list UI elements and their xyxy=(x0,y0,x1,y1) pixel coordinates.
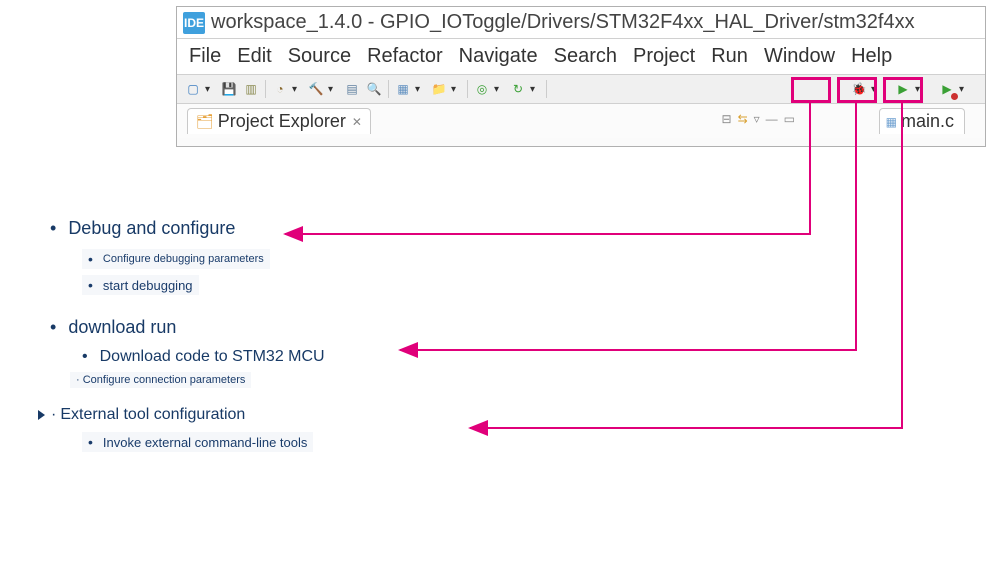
link-icon[interactable]: ⇆ xyxy=(738,112,748,126)
binary-icon[interactable]: ▤ xyxy=(342,79,362,99)
menu-refactor[interactable]: Refactor xyxy=(367,45,443,68)
dropdown-icon[interactable]: ▾ xyxy=(871,84,883,95)
annotation-download-sub1: Download code to STM32 MCU xyxy=(82,348,450,366)
debug-bug-icon[interactable]: 🐞 xyxy=(849,79,869,99)
refresh-icon[interactable]: ↻ xyxy=(508,79,528,99)
menu-file[interactable]: File xyxy=(189,45,221,68)
menu-run[interactable]: Run xyxy=(711,45,748,68)
callout-highlight-debug xyxy=(791,77,831,103)
editor-tab-main[interactable]: ▦ main.c xyxy=(879,108,965,134)
annotation-external-title: · External tool configuration xyxy=(38,406,450,424)
save-all-icon[interactable]: ▥ xyxy=(241,79,261,99)
dropdown-icon[interactable]: ▾ xyxy=(205,84,217,95)
dropdown-icon[interactable]: ▾ xyxy=(915,84,927,95)
separator xyxy=(546,80,547,98)
separator xyxy=(467,80,468,98)
dropdown-icon[interactable]: ▾ xyxy=(530,84,542,95)
collapse-icon[interactable]: ⊟ xyxy=(722,112,732,126)
triangle-bullet-icon xyxy=(38,410,45,420)
annotation-download-sub2: Configure connection parameters xyxy=(70,372,251,388)
c-file-icon: ▦ xyxy=(886,115,897,129)
project-explorer-label: Project Explorer xyxy=(218,111,346,132)
ide-logo-icon: IDE xyxy=(183,12,205,34)
new-icon[interactable]: ▢ xyxy=(183,79,203,99)
annotation-debug-item-1: Configure debugging parameters xyxy=(82,249,270,269)
editor-tab-label: main.c xyxy=(901,111,954,132)
menu-source[interactable]: Source xyxy=(288,45,351,68)
menu-search[interactable]: Search xyxy=(554,45,617,68)
window-title: workspace_1.4.0 - GPIO_IOToggle/Drivers/… xyxy=(211,11,915,34)
dropdown-icon[interactable]: ▾ xyxy=(451,84,463,95)
view-mini-icons: ⊟ ⇆ ▿ — ▭ xyxy=(722,112,796,126)
build-hammer-icon[interactable]: 🔨 xyxy=(306,79,326,99)
separator xyxy=(388,80,389,98)
run-play-icon[interactable]: ▶ xyxy=(893,79,913,99)
annotation-debug-item-2: start debugging xyxy=(82,275,199,295)
external-tools-icon[interactable]: ▶ xyxy=(937,79,957,99)
menu-help[interactable]: Help xyxy=(851,45,892,68)
menu-project[interactable]: Project xyxy=(633,45,695,68)
folder-tree-icon: 🗂 xyxy=(196,113,214,130)
annotation-list: Debug and configure Configure debugging … xyxy=(30,210,450,458)
dropdown-icon[interactable]: ▾ xyxy=(494,84,506,95)
ide-window: IDE workspace_1.4.0 - GPIO_IOToggle/Driv… xyxy=(176,6,986,147)
toolbar: ▢ ▾ 💾 ▥ ◔ ▾ 🔨 ▾ ▤ 🔍 ▦ ▾ 📁 ▾ ◎ ▾ ↻ ▾ 🐞 ▾ … xyxy=(177,75,985,104)
folder-icon[interactable]: 📁 xyxy=(429,79,449,99)
annotation-download-title: download run xyxy=(50,317,450,338)
dropdown-icon[interactable]: ▾ xyxy=(415,84,427,95)
minimize-icon[interactable]: — xyxy=(766,112,778,126)
dropdown-icon[interactable]: ▾ xyxy=(328,84,340,95)
clock-icon[interactable]: ◔ xyxy=(270,79,290,99)
search-icon[interactable]: 🔍 xyxy=(364,79,384,99)
view-menu-icon[interactable]: ▿ xyxy=(754,112,760,126)
separator xyxy=(265,80,266,98)
annotation-external-item-1: Invoke external command-line tools xyxy=(82,432,313,452)
menu-edit[interactable]: Edit xyxy=(237,45,271,68)
maximize-icon[interactable]: ▭ xyxy=(784,112,795,126)
menu-bar: File Edit Source Refactor Navigate Searc… xyxy=(177,39,985,75)
project-explorer-tab[interactable]: 🗂 Project Explorer ✕ xyxy=(187,108,371,134)
menu-navigate[interactable]: Navigate xyxy=(459,45,538,68)
dropdown-icon[interactable]: ▾ xyxy=(959,84,971,95)
target-icon[interactable]: ◎ xyxy=(472,79,492,99)
chip-icon[interactable]: ▦ xyxy=(393,79,413,99)
annotation-debug-title: Debug and configure xyxy=(50,218,450,239)
title-bar: IDE workspace_1.4.0 - GPIO_IOToggle/Driv… xyxy=(177,7,985,39)
tab-close-icon[interactable]: ✕ xyxy=(352,115,362,129)
save-icon[interactable]: 💾 xyxy=(219,79,239,99)
menu-window[interactable]: Window xyxy=(764,45,835,68)
dropdown-icon[interactable]: ▾ xyxy=(292,84,304,95)
project-explorer-row: 🗂 Project Explorer ✕ ⊟ ⇆ ▿ — ▭ ▦ main.c xyxy=(177,104,985,138)
